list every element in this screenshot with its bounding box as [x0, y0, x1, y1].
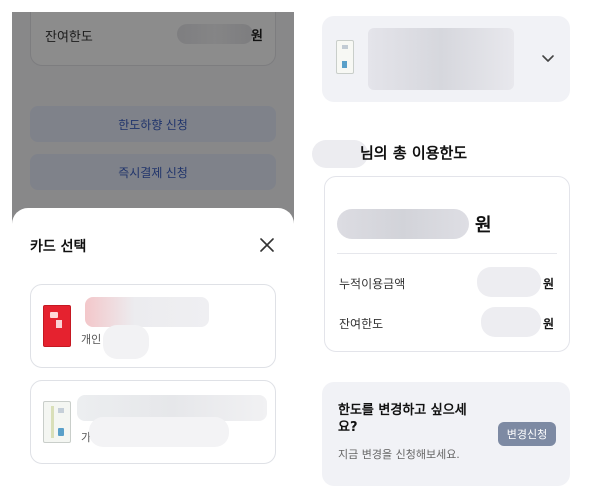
white-card-image	[336, 40, 354, 74]
limit-summary-card: 원 누적이용금액 원 잔여한도 원	[324, 176, 570, 352]
total-limit-unit: 원	[475, 215, 492, 236]
limit-change-prompt: 한도를 변경하고 싶으세요? 지금 변경을 신청해보세요. 변경신청	[322, 382, 570, 486]
redacted-card-number	[103, 325, 149, 359]
change-prompt-title: 한도를 변경하고 싶으세요?	[338, 403, 467, 435]
accumulated-usage-unit: 원	[543, 277, 555, 291]
card-option[interactable]: 개인	[30, 284, 276, 368]
redacted-card-name	[368, 28, 514, 90]
divider	[337, 253, 557, 254]
close-icon[interactable]	[256, 234, 278, 256]
usage-limit-screen: 님의 총 이용한도 원 누적이용금액 원 잔여한도 원 한도를 변경하고 싶으세…	[306, 0, 600, 500]
sheet-title: 카드 선택	[30, 239, 87, 255]
redacted-total-limit	[337, 209, 469, 239]
card-selector[interactable]	[322, 16, 570, 102]
redacted-remaining-limit	[481, 307, 541, 337]
remaining-limit-label: 잔여한도	[339, 317, 384, 331]
white-card-image	[43, 401, 71, 443]
redacted-card-name	[85, 297, 209, 327]
accumulated-usage-label: 누적이용금액	[339, 277, 406, 291]
card-select-screen: 잔여한도 원 한도하향 신청 즉시결제 신청 카드 선택 개인 가	[12, 12, 294, 500]
change-prompt-subtitle: 지금 변경을 신청해보세요.	[338, 448, 460, 461]
card-option[interactable]: 가	[30, 380, 276, 464]
change-request-button[interactable]: 변경신청	[498, 422, 556, 446]
red-card-image	[43, 305, 71, 347]
card-select-sheet: 카드 선택 개인 가	[12, 208, 294, 500]
remaining-limit-unit: 원	[543, 317, 555, 331]
redacted-card-number	[89, 417, 229, 447]
redacted-accumulated-usage	[477, 267, 541, 297]
card-sub-text: 개인	[81, 333, 102, 346]
chevron-down-icon[interactable]	[540, 50, 556, 66]
total-limit-title: 님의 총 이용한도	[360, 144, 468, 162]
